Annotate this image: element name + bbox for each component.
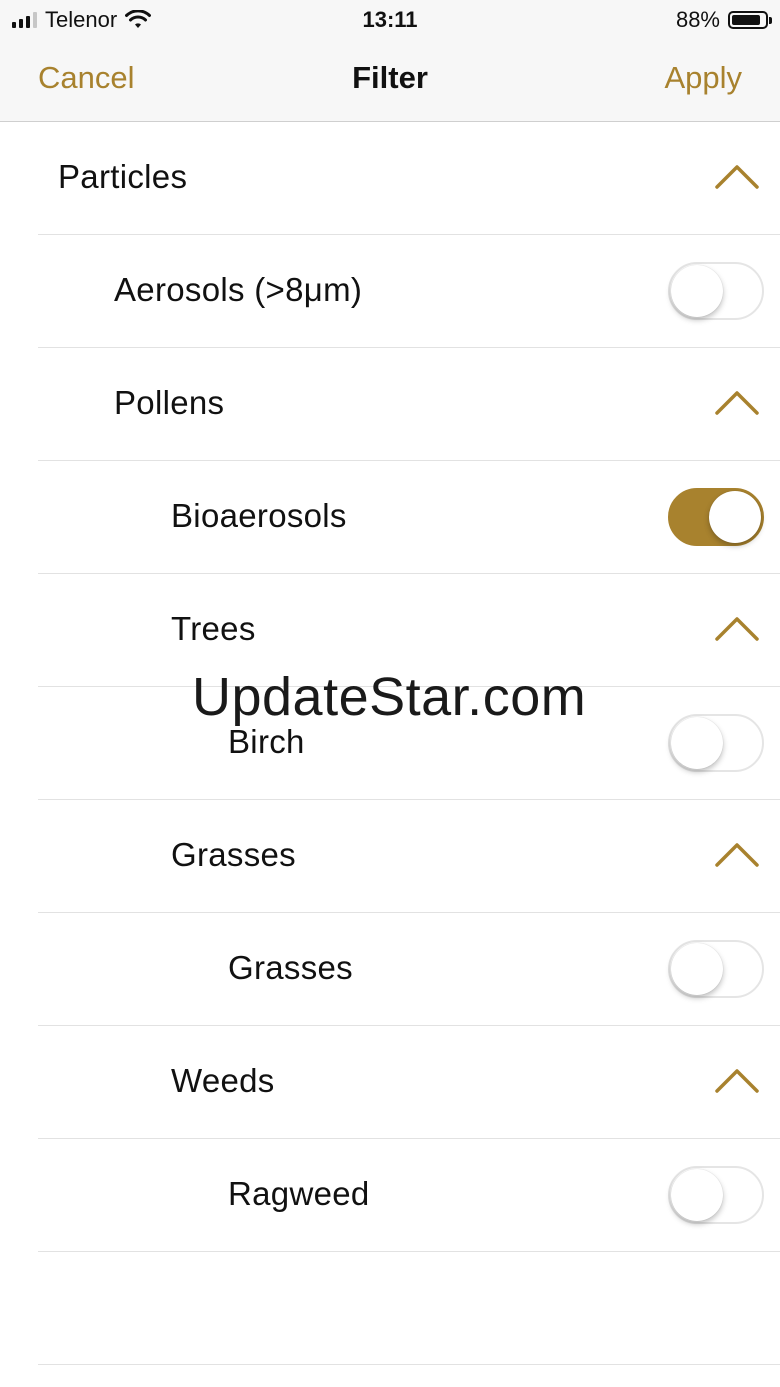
toggle-knob (671, 717, 723, 769)
chevron-up-icon[interactable] (714, 162, 760, 190)
filter-row-particles[interactable]: Particles (38, 122, 780, 235)
battery-tip (769, 17, 772, 24)
filter-row-aerosols-8-m: Aerosols (>8μm) (38, 235, 780, 348)
apply-button[interactable]: Apply (664, 60, 742, 96)
filter-row-grasses: Grasses (38, 913, 780, 1026)
filter-row-bioaerosols: Bioaerosols (38, 461, 780, 574)
grasses-toggle[interactable] (668, 940, 764, 998)
filter-row-label: Grasses (171, 836, 296, 873)
toggle-knob (671, 1169, 723, 1221)
ragweed-toggle[interactable] (668, 1166, 764, 1224)
battery-fill (732, 15, 760, 25)
filter-screen: Telenor 13:11 88% Cancel Filter Apply Pa… (0, 0, 780, 1387)
battery-percent: 88% (675, 7, 720, 32)
filter-list: Particles Aerosols (>8μm) Pollens Bioaeroso… (0, 122, 780, 1365)
filter-row-label: Ragweed (228, 1175, 370, 1212)
filter-row-label: Grasses (228, 949, 353, 986)
chevron-up-icon[interactable] (714, 1066, 760, 1094)
filter-row-label: Particles (58, 158, 188, 195)
birch-toggle[interactable] (668, 714, 764, 772)
filter-row-ragweed: Ragweed (38, 1139, 780, 1252)
empty-row (38, 1252, 780, 1365)
page-title: Filter (352, 60, 428, 95)
toggle-knob (709, 491, 761, 543)
toggle-knob (671, 943, 723, 995)
status-time: 13:11 (362, 7, 418, 32)
chevron-up-icon[interactable] (714, 840, 760, 868)
status-bar: Telenor 13:11 88% (0, 0, 780, 40)
battery-icon (728, 11, 772, 29)
filter-row-label: Trees (171, 610, 256, 647)
filter-row-label: Pollens (114, 384, 225, 421)
filter-row-grasses[interactable]: Grasses (38, 800, 780, 913)
toggle-knob (671, 265, 723, 317)
aerosols-8-m-toggle[interactable] (668, 262, 764, 320)
filter-row-label: Aerosols (>8μm) (114, 271, 363, 308)
chevron-up-icon[interactable] (714, 614, 760, 642)
chevron-up-icon[interactable] (714, 388, 760, 416)
filter-row-weeds[interactable]: Weeds (38, 1026, 780, 1139)
status-right: 88% (675, 7, 772, 33)
filter-row-trees[interactable]: Trees (38, 574, 780, 687)
bioaerosols-toggle[interactable] (668, 488, 764, 546)
filter-row-label: Bioaerosols (171, 497, 347, 534)
navigation-bar: Cancel Filter Apply (0, 40, 780, 122)
filter-row-birch: Birch (38, 687, 780, 800)
filter-row-label: Weeds (171, 1062, 275, 1099)
filter-row-label: Birch (228, 723, 305, 760)
filter-row-pollens[interactable]: Pollens (38, 348, 780, 461)
